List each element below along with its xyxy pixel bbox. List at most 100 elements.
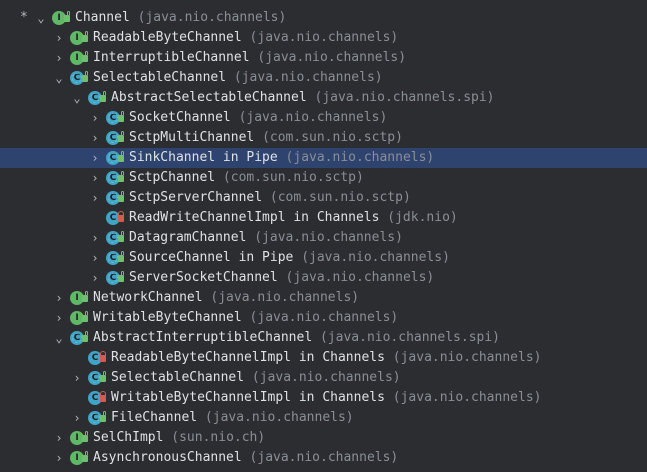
tree-row-writablebytechannel[interactable]: › I WritableByteChannel (java.nio.channels… bbox=[0, 308, 647, 328]
public-lock-icon bbox=[82, 315, 88, 322]
tree-row-readablebytechannel[interactable]: › I ReadableByteChannel (java.nio.channels… bbox=[0, 28, 647, 48]
star-marker-icon: * bbox=[20, 10, 28, 25]
public-lock-icon bbox=[118, 155, 124, 162]
expand-chevron-icon[interactable]: › bbox=[88, 268, 102, 288]
interface-icon: I bbox=[70, 51, 88, 65]
tree-row-sctpchannel[interactable]: › C SctpChannel (com.sun.nio.sctp) bbox=[0, 168, 647, 188]
expand-chevron-icon[interactable]: › bbox=[52, 28, 66, 48]
expand-chevron-icon[interactable]: › bbox=[70, 408, 84, 428]
tree-node-label: SelectableChannel (java.nio.channels) bbox=[111, 368, 401, 388]
type-name: InterruptibleChannel bbox=[93, 50, 250, 65]
tree-node-label: ServerSocketChannel (java.nio.channels) bbox=[129, 268, 434, 288]
collapse-chevron-icon[interactable]: ⌄ bbox=[52, 68, 66, 88]
public-lock-icon bbox=[82, 335, 88, 342]
tree-row-sctpmultichannel[interactable]: › C SctpMultiChannel (com.sun.nio.sctp) bbox=[0, 128, 647, 148]
tree-node-label: SelChImpl (sun.nio.ch) bbox=[93, 428, 265, 448]
tree-node-label: SourceChannel in Pipe (java.nio.channels… bbox=[129, 248, 450, 268]
expand-chevron-icon[interactable]: › bbox=[88, 228, 102, 248]
tree-row-selchimpl[interactable]: › I SelChImpl (sun.nio.ch) bbox=[0, 428, 647, 448]
private-lock-icon bbox=[100, 391, 106, 402]
tree-row-serversocketchannel[interactable]: › C ServerSocketChannel (java.nio.channels… bbox=[0, 268, 647, 288]
tree-node-label: SinkChannel in Pipe (java.nio.channels) bbox=[129, 148, 434, 168]
expand-chevron-icon[interactable]: › bbox=[52, 428, 66, 448]
collapse-chevron-icon[interactable]: ⌄ bbox=[52, 328, 66, 348]
package-name: (java.nio.channels.spi) bbox=[314, 90, 495, 105]
type-name: AsynchronousChannel bbox=[93, 450, 242, 465]
tree-row-datagramchannel[interactable]: › C DatagramChannel (java.nio.channels) bbox=[0, 228, 647, 248]
tree-row-interruptiblechannel[interactable]: › I InterruptibleChannel (java.nio.channel… bbox=[0, 48, 647, 68]
package-name: (java.nio.channels) bbox=[238, 110, 388, 125]
tree-node-label: SelectableChannel (java.nio.channels) bbox=[93, 68, 383, 88]
tree-node-label: NetworkChannel (java.nio.channels) bbox=[93, 288, 359, 308]
abstract-class-icon: C bbox=[88, 411, 106, 425]
expand-chevron-icon[interactable]: › bbox=[88, 148, 102, 168]
tree-node-label: ReadableByteChannel (java.nio.channels) bbox=[93, 28, 398, 48]
expand-chevron-icon[interactable]: › bbox=[88, 188, 102, 208]
tree-row-sourcechannel-in-pipe[interactable]: › C SourceChannel in Pipe (java.nio.channe… bbox=[0, 248, 647, 268]
type-name: DatagramChannel bbox=[129, 230, 247, 245]
type-name: AbstractInterruptibleChannel bbox=[93, 330, 313, 345]
hierarchy-tree[interactable]: * ⌄ I Channel (java.nio.channels) › I Readable… bbox=[0, 0, 647, 472]
tree-node-label: Channel (java.nio.channels) bbox=[75, 8, 286, 28]
abstract-class-icon: C bbox=[106, 111, 124, 125]
expand-chevron-icon[interactable]: › bbox=[88, 108, 102, 128]
type-name: SctpChannel bbox=[129, 170, 216, 185]
tree-row-socketchannel[interactable]: › C SocketChannel (java.nio.channels) bbox=[0, 108, 647, 128]
tree-node-label: AbstractSelectableChannel (java.nio.chan… bbox=[111, 88, 495, 108]
type-name: SelectableChannel bbox=[93, 70, 227, 85]
expand-chevron-icon[interactable]: › bbox=[88, 248, 102, 268]
expand-chevron-icon[interactable]: › bbox=[52, 288, 66, 308]
tree-row-asynchronouschannel[interactable]: › I AsynchronousChannel (java.nio.channels… bbox=[0, 448, 647, 468]
tree-row-sinkchannel-in-pipe[interactable]: › C SinkChannel in Pipe (java.nio.channels… bbox=[0, 148, 647, 168]
tree-row-networkchannel[interactable]: › I NetworkChannel (java.nio.channels) bbox=[0, 288, 647, 308]
collapse-chevron-icon[interactable]: ⌄ bbox=[34, 8, 48, 28]
tree-row-filechannel[interactable]: › C FileChannel (java.nio.channels) bbox=[0, 408, 647, 428]
tree-row-channel[interactable]: * ⌄ I Channel (java.nio.channels) bbox=[0, 8, 647, 28]
public-lock-icon bbox=[82, 435, 88, 442]
type-name: SocketChannel bbox=[129, 110, 231, 125]
interface-icon: I bbox=[70, 311, 88, 325]
package-name: (sun.nio.ch) bbox=[171, 430, 266, 445]
collapse-chevron-icon[interactable]: ⌄ bbox=[70, 88, 84, 108]
private-lock-icon bbox=[118, 211, 124, 222]
expand-chevron-icon[interactable]: › bbox=[52, 48, 66, 68]
tree-row-selectablechannel[interactable]: ⌄ C SelectableChannel (java.nio.channels) bbox=[0, 68, 647, 88]
expand-chevron-icon[interactable]: › bbox=[88, 128, 102, 148]
type-name: SourceChannel in Pipe bbox=[129, 250, 294, 265]
public-lock-icon bbox=[118, 195, 124, 202]
expand-chevron-icon[interactable]: › bbox=[52, 448, 66, 468]
expand-chevron-icon[interactable]: › bbox=[70, 368, 84, 388]
package-name: (java.nio.channels) bbox=[251, 370, 401, 385]
tree-row-sctpserverchannel[interactable]: › C SctpServerChannel (com.sun.nio.sctp) bbox=[0, 188, 647, 208]
tree-node-label: ReadableByteChannelImpl in Channels (jav… bbox=[111, 348, 541, 368]
expand-chevron-icon[interactable]: › bbox=[52, 308, 66, 328]
abstract-class-icon: C bbox=[70, 331, 88, 345]
type-name: NetworkChannel bbox=[93, 290, 203, 305]
package-name: (jdk.nio) bbox=[387, 210, 458, 225]
package-name: (java.nio.channels) bbox=[392, 350, 542, 365]
package-name: (java.nio.channels) bbox=[285, 150, 435, 165]
abstract-class-icon: C bbox=[106, 251, 124, 265]
tree-row-abstractinterruptiblechannel[interactable]: ⌄ C AbstractInterruptibleChannel (java.nio… bbox=[0, 328, 647, 348]
expand-chevron-icon[interactable]: › bbox=[88, 168, 102, 188]
package-name: (com.sun.nio.sctp) bbox=[222, 170, 364, 185]
public-lock-icon bbox=[118, 255, 124, 262]
tree-node-label: InterruptibleChannel (java.nio.channels) bbox=[93, 48, 406, 68]
package-name: (java.nio.channels) bbox=[249, 310, 399, 325]
type-name: SctpMultiChannel bbox=[129, 130, 255, 145]
tree-row-readwritechannelimpl-in-channels[interactable]: C ReadWriteChannelImpl in Channels (jdk.n… bbox=[0, 208, 647, 228]
public-lock-icon bbox=[118, 135, 124, 142]
type-name: ReadableByteChannel bbox=[93, 30, 242, 45]
private-lock-icon bbox=[100, 351, 106, 362]
tree-row-selectablechannel[interactable]: › C SelectableChannel (java.nio.channels) bbox=[0, 368, 647, 388]
public-lock-icon bbox=[82, 55, 88, 62]
tree-row-abstractselectablechannel[interactable]: ⌄ C AbstractSelectableChannel (java.nio.ch… bbox=[0, 88, 647, 108]
tree-row-writablebytechannelimpl-in-channels[interactable]: C WritableByteChannelImpl in Channels (ja… bbox=[0, 388, 647, 408]
abstract-class-icon: C bbox=[106, 171, 124, 185]
abstract-class-icon: C bbox=[106, 231, 124, 245]
interface-icon: I bbox=[70, 31, 88, 45]
tree-row-readablebytechannelimpl-in-channels[interactable]: C ReadableByteChannelImpl in Channels (ja… bbox=[0, 348, 647, 368]
abstract-class-icon: C bbox=[88, 91, 106, 105]
tree-node-label: SocketChannel (java.nio.channels) bbox=[129, 108, 387, 128]
type-name: SelChImpl bbox=[93, 430, 164, 445]
